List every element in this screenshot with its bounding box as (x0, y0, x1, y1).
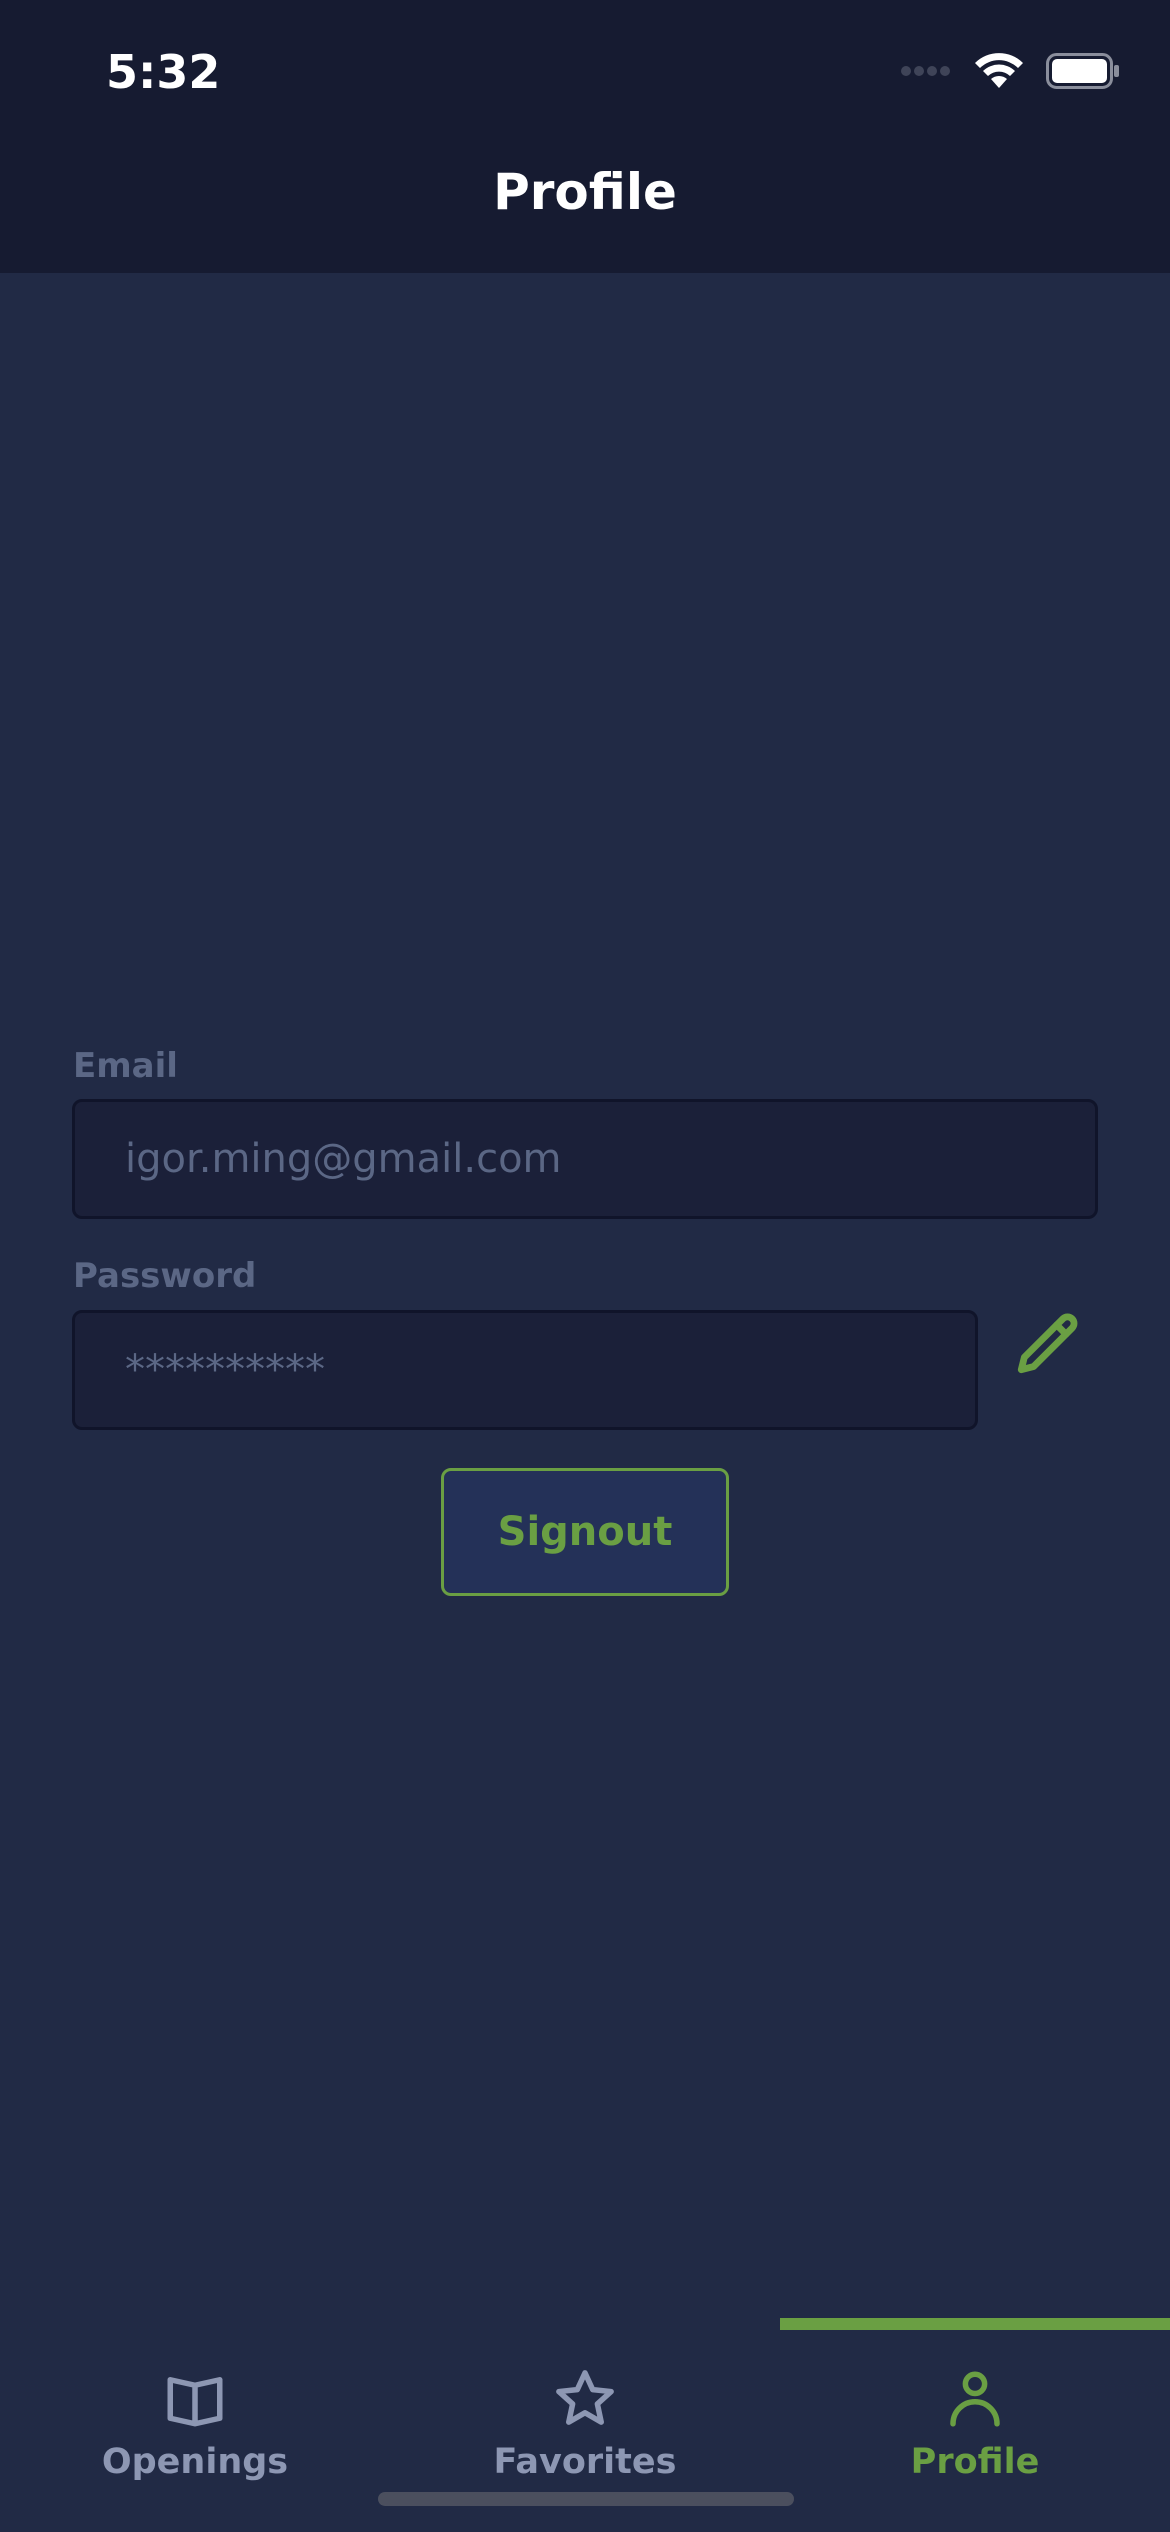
star-icon (556, 2370, 614, 2425)
tab-openings-label: Openings (101, 2442, 289, 2482)
password-label: Password (73, 1256, 257, 1296)
password-field[interactable]: ********** (72, 1310, 978, 1430)
tab-favorites-label: Favorites (493, 2442, 677, 2482)
battery-icon (1046, 53, 1119, 89)
tab-profile-label: Profile (910, 2442, 1040, 2482)
signout-button[interactable]: Signout (441, 1468, 729, 1596)
status-time: 5:32 (106, 45, 221, 99)
cellular-signal-icon (901, 66, 950, 76)
status-bar: 5:32 (0, 0, 1170, 150)
active-tab-indicator (780, 2318, 1170, 2330)
home-indicator (378, 2492, 794, 2506)
tab-profile[interactable]: Profile (780, 2330, 1170, 2532)
tab-openings[interactable]: Openings (0, 2330, 390, 2532)
status-icons (900, 52, 1120, 90)
book-icon (167, 2377, 223, 2427)
email-value: igor.ming@gmail.com (125, 1136, 562, 1182)
page-title: Profile (493, 162, 677, 221)
person-icon (950, 2371, 1000, 2427)
nav-header: Profile (0, 150, 1170, 273)
wifi-icon (975, 53, 1023, 88)
email-label: Email (73, 1046, 178, 1086)
edit-password-pencil-icon[interactable] (1012, 1308, 1086, 1382)
email-field[interactable]: igor.ming@gmail.com (72, 1099, 1098, 1219)
password-value: ********** (125, 1347, 325, 1393)
